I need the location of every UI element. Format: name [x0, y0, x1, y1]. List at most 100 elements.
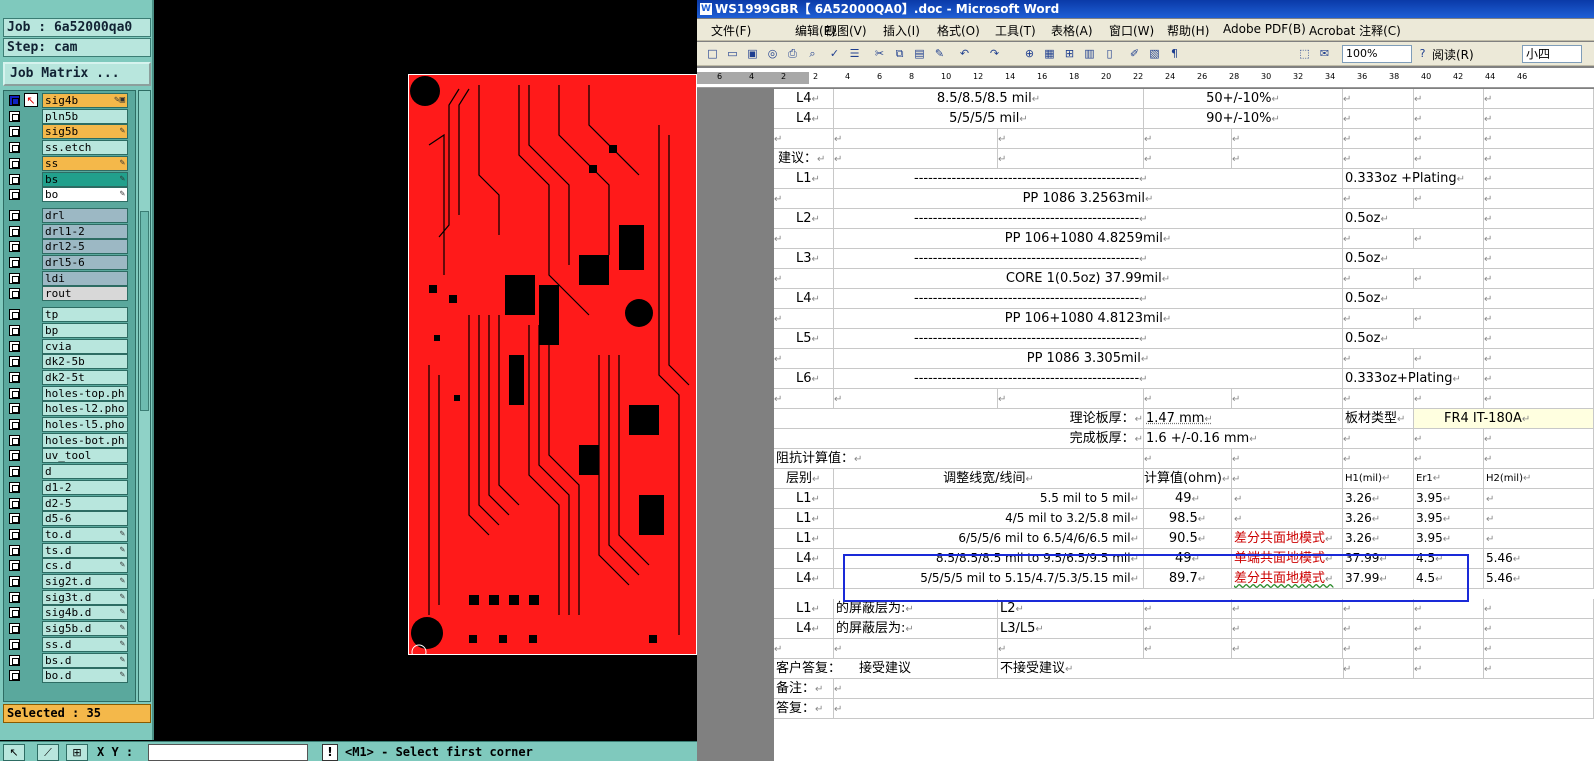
layer-row[interactable]: d2-5: [6, 495, 132, 511]
redo-icon[interactable]: ↷: [987, 47, 1002, 61]
layer-checkbox[interactable]: [9, 225, 20, 237]
layer-checkbox[interactable]: [9, 513, 20, 525]
xy-input[interactable]: [148, 744, 308, 761]
pdf-email-icon[interactable]: ✉: [1317, 47, 1332, 61]
layer-name[interactable]: drl2-5: [42, 239, 128, 255]
layer-row[interactable]: bo.d ✎: [6, 668, 132, 684]
menu-item[interactable]: 工具(T): [995, 22, 1036, 39]
layer-name[interactable]: d2-5: [42, 495, 128, 511]
layer-checkbox[interactable]: [9, 110, 20, 122]
layer-name[interactable]: bp: [42, 322, 128, 338]
layer-row[interactable]: holes-l2.pho: [6, 401, 132, 417]
paste-icon[interactable]: ▤: [912, 47, 927, 61]
layer-checkbox[interactable]: [9, 528, 20, 540]
layer-row[interactable]: sig2t.d ✎: [6, 574, 132, 589]
layer-name[interactable]: d1-2: [42, 479, 128, 495]
help-icon[interactable]: ?: [1415, 47, 1430, 61]
show-hide-icon[interactable]: ¶: [1167, 47, 1182, 61]
layer-checkbox[interactable]: [9, 560, 20, 572]
layer-name[interactable]: sig5b ✎: [42, 124, 128, 140]
layer-row[interactable]: ss.etch: [6, 140, 132, 156]
layer-name[interactable]: drl1-2: [42, 223, 128, 239]
hyperlink-icon[interactable]: ⊕: [1022, 47, 1037, 61]
layer-name[interactable]: sig5b.d ✎: [42, 621, 128, 637]
layer-row[interactable]: drl1-2: [6, 223, 132, 239]
menu-item[interactable]: Adobe PDF(B): [1223, 22, 1306, 36]
layer-checkbox[interactable]: [9, 576, 20, 587]
layer-checkbox[interactable]: [9, 497, 20, 509]
layer-checkbox[interactable]: [9, 434, 20, 446]
menu-item[interactable]: 文件(F): [711, 22, 751, 39]
layer-row[interactable]: holes-l5.pho: [6, 417, 132, 432]
layer-name[interactable]: pln5b: [42, 108, 128, 124]
layer-checkbox[interactable]: [9, 209, 20, 221]
layer-name[interactable]: ss ✎: [42, 155, 128, 171]
layer-row[interactable]: sig5b ✎: [6, 124, 132, 140]
columns-icon[interactable]: ▯: [1102, 47, 1117, 61]
layer-name[interactable]: d5-6: [42, 511, 128, 527]
job-matrix-button[interactable]: Job Matrix ...: [3, 62, 151, 86]
permission-icon[interactable]: ◎: [765, 47, 780, 61]
layer-row[interactable]: sig3t.d ✎: [6, 589, 132, 605]
grid-tool-icon[interactable]: ⊞: [66, 744, 88, 761]
layer-row[interactable]: cvia: [6, 338, 132, 354]
layer-row[interactable]: bs ✎: [6, 171, 132, 187]
layer-name[interactable]: ss.d ✎: [42, 636, 128, 652]
layer-name[interactable]: bo.d ✎: [42, 668, 128, 684]
layer-row[interactable]: bp: [6, 322, 132, 338]
layer-row[interactable]: dk2-5t: [6, 369, 132, 385]
menu-item[interactable]: 窗口(W): [1109, 22, 1154, 39]
layer-row[interactable]: cs.d ✎: [6, 558, 132, 574]
layer-row[interactable]: holes-bot.ph: [6, 432, 132, 448]
zoom-select[interactable]: 100%: [1342, 45, 1412, 63]
layer-row[interactable]: to.d ✎: [6, 526, 132, 542]
layer-checkbox[interactable]: [9, 324, 20, 336]
layer-checkbox[interactable]: [9, 638, 20, 650]
layer-name[interactable]: drl: [42, 207, 128, 223]
layer-name[interactable]: ldi: [42, 270, 128, 286]
layer-row[interactable]: ldi: [6, 270, 132, 286]
layer-name[interactable]: rout: [42, 286, 128, 302]
layer-checkbox[interactable]: [9, 288, 20, 300]
layer-name[interactable]: drl5-6: [42, 255, 128, 270]
select-tool-icon[interactable]: ↖: [3, 744, 25, 761]
layer-row[interactable]: uv_tool: [6, 448, 132, 464]
layer-name[interactable]: cvia: [42, 338, 128, 354]
active-layer-icon[interactable]: ↖: [24, 93, 38, 107]
layer-checkbox[interactable]: [9, 142, 20, 154]
font-size-select[interactable]: 小四: [1522, 45, 1582, 63]
layer-row[interactable]: rout: [6, 286, 132, 302]
open-icon[interactable]: ▭: [725, 47, 740, 61]
horizontal-ruler[interactable]: 6 4 2 2 4 6 8 10 12 14 16 18 20 22 24 26 28 30 32 34 36 38 40 4…: [697, 68, 1594, 88]
layer-list-scrollbar[interactable]: [138, 90, 151, 702]
layer-name[interactable]: sig2t.d ✎: [42, 574, 128, 589]
save-icon[interactable]: ▣: [745, 47, 760, 61]
copy-icon[interactable]: ⧉: [892, 47, 907, 61]
layer-row[interactable]: tp: [6, 307, 132, 323]
read-mode-button[interactable]: 阅读(R): [1432, 46, 1474, 63]
preview-icon[interactable]: ⌕: [805, 47, 820, 61]
layer-row[interactable]: holes-top.ph: [6, 385, 132, 401]
layer-row[interactable]: ts.d ✎: [6, 542, 132, 558]
layer-row[interactable]: dk2-5b: [6, 354, 132, 370]
cut-icon[interactable]: ✂: [872, 47, 887, 61]
document-map-icon[interactable]: ▧: [1147, 47, 1162, 61]
layer-row[interactable]: d: [6, 464, 132, 480]
layer-name[interactable]: to.d ✎: [42, 526, 128, 542]
layer-row[interactable]: bs.d ✎: [6, 652, 132, 668]
accept-option[interactable]: 接受建议: [859, 661, 911, 676]
layer-name[interactable]: ss.etch: [42, 140, 128, 156]
layer-name[interactable]: holes-l5.pho: [42, 417, 128, 432]
new-doc-icon[interactable]: □: [705, 47, 720, 61]
research-icon[interactable]: ☰: [847, 47, 862, 61]
layer-checkbox[interactable]: [9, 387, 20, 399]
layer-row[interactable]: drl: [6, 207, 132, 223]
layer-name[interactable]: dk2-5t: [42, 369, 128, 385]
layer-name[interactable]: uv_tool: [42, 448, 128, 464]
layer-name[interactable]: dk2-5b: [42, 354, 128, 370]
layer-checkbox[interactable]: [9, 241, 20, 253]
layer-checkbox[interactable]: [9, 466, 20, 478]
layer-checkbox[interactable]: [9, 189, 20, 201]
document-page[interactable]: L4↵ 8.5/8.5/8.5 mil↵ 50+/-10%↵ ↵ ↵ ↵ L4↵ 5/5/5/…: [774, 89, 1594, 761]
layer-row[interactable]: ss ✎: [6, 155, 132, 171]
